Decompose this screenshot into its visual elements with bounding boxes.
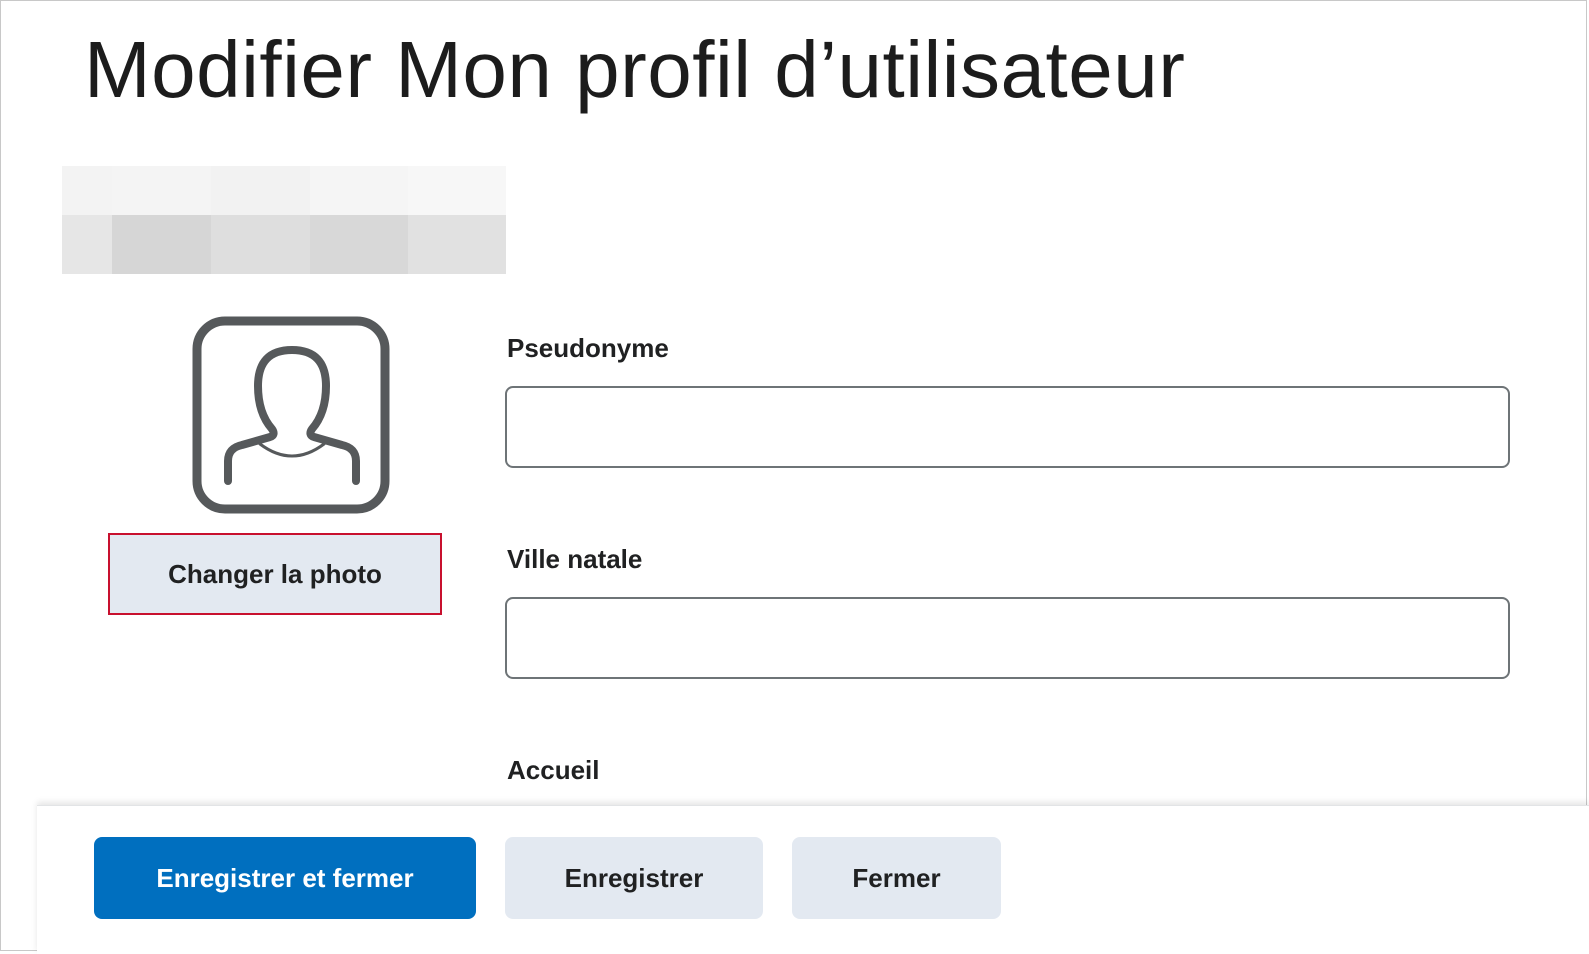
save-button[interactable]: Enregistrer <box>505 837 763 919</box>
blur-cell <box>408 215 506 274</box>
page-title: Modifier Mon profil d’utilisateur <box>84 25 1186 114</box>
change-photo-button[interactable]: Changer la photo <box>108 533 442 615</box>
blur-cell <box>62 166 112 215</box>
blur-cell <box>408 166 506 215</box>
blurred-user-name <box>62 166 506 274</box>
user-silhouette-icon <box>192 316 390 514</box>
blur-cell <box>310 215 408 274</box>
blur-cell <box>211 215 310 274</box>
blur-cell <box>62 215 112 274</box>
blur-cell <box>112 166 211 215</box>
blur-cell <box>310 166 408 215</box>
save-and-close-button[interactable]: Enregistrer et fermer <box>94 837 476 919</box>
close-button[interactable]: Fermer <box>792 837 1001 919</box>
hometown-label: Ville natale <box>507 544 643 574</box>
nickname-label: Pseudonyme <box>507 333 669 363</box>
nickname-input[interactable] <box>505 386 1510 468</box>
hometown-input[interactable] <box>505 597 1510 679</box>
home-label: Accueil <box>507 755 600 785</box>
blur-cell <box>211 166 310 215</box>
blur-cell <box>112 215 211 274</box>
